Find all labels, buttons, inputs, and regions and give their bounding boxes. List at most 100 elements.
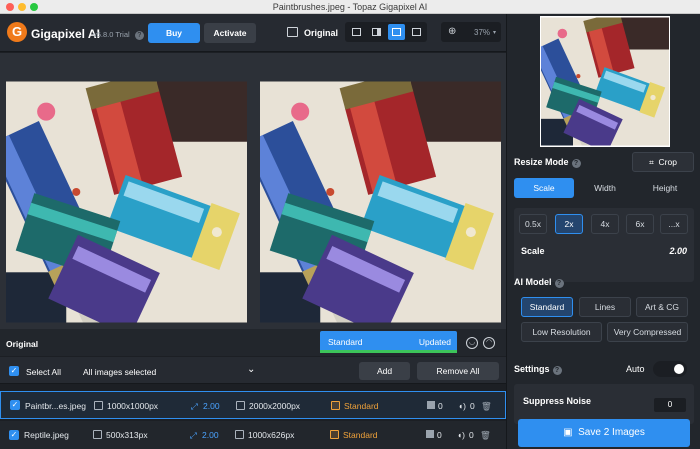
model-name: Standard [344, 401, 379, 411]
add-button[interactable]: Add [359, 362, 410, 380]
scale-option-6x[interactable]: 6x [626, 214, 654, 234]
version-label: v5.8.0 Trial [93, 30, 130, 39]
chevron-down-icon[interactable]: ⌄ [247, 364, 255, 375]
image-icon [287, 27, 298, 37]
processed-image [260, 81, 501, 323]
help-icon[interactable]: ? [554, 279, 564, 288]
scale-option-0-5x[interactable]: 0.5x [519, 214, 547, 234]
table-row[interactable]: ✓ Reptile.jpeg 500x313px ⤢ 2.00 1000x626… [0, 421, 506, 449]
view-grid-icon[interactable] [408, 24, 425, 40]
image-icon [93, 430, 102, 439]
comparison-bar: Original Standard Updated ◡ ◠ [0, 329, 506, 356]
select-all-checkbox[interactable]: ✓ [9, 366, 19, 376]
scale-icon: ⤢ [190, 430, 197, 440]
settings-panel: Resize Mode? ⌗ Crop Scale Width Height 0… [506, 14, 700, 449]
crop-button[interactable]: ⌗ Crop [632, 152, 694, 172]
save-icon: ▣ [563, 427, 573, 438]
maximize-window-button[interactable] [30, 3, 38, 11]
help-icon[interactable]: ? [571, 159, 581, 168]
scale-options-box: 0.5x 2x 4x 6x ...x Scale 2.00 [514, 208, 694, 282]
scale-label: Scale [521, 246, 545, 256]
window-title: Paintbrushes.jpeg - Topaz Gigapixel AI [272, 2, 428, 12]
buy-button[interactable]: Buy [148, 23, 200, 43]
scale-option-custom[interactable]: ...x [660, 214, 688, 234]
minimize-window-button[interactable] [18, 3, 26, 11]
zoom-control[interactable]: ⊕ 37% ▾ [441, 22, 501, 42]
scale-value: 2.00 [202, 430, 219, 440]
scale-value[interactable]: 2.00 [669, 246, 687, 256]
denoise-icon [427, 401, 435, 409]
settings-label: Settings [514, 364, 550, 374]
view-single-icon[interactable] [348, 24, 365, 40]
model-very-compressed[interactable]: Very Compressed [607, 322, 688, 342]
ai-model-label: AI Model [514, 277, 552, 287]
model-icon [331, 401, 340, 410]
view-side-icon[interactable] [388, 24, 405, 40]
file-name: Paintbr...es.jpeg [25, 401, 86, 411]
model-status-box[interactable]: Standard Updated [320, 331, 457, 353]
model-lines[interactable]: Lines [579, 297, 631, 317]
table-row[interactable]: ✓ Paintbr...es.jpeg 1000x1000px ⤢ 2.00 2… [0, 391, 506, 419]
scale-icon: ⤢ [191, 401, 198, 411]
output-size: 2000x2000px [249, 401, 301, 411]
sound-icon: ◖) [457, 430, 465, 440]
smile-icon[interactable]: ◡ [466, 337, 478, 349]
model-icon [330, 430, 339, 439]
tab-scale[interactable]: Scale [514, 178, 574, 198]
checkbox-icon[interactable]: ✓ [10, 400, 20, 410]
auto-toggle[interactable] [653, 361, 687, 377]
checkbox-icon[interactable]: ✓ [9, 430, 19, 440]
sound-icon: ◖) [458, 401, 466, 411]
denoise-icon [426, 430, 434, 438]
window-titlebar: Paintbrushes.jpeg - Topaz Gigapixel AI [0, 0, 700, 14]
original-toggle-label[interactable]: Original [304, 28, 338, 38]
select-all-label[interactable]: Select All [26, 367, 61, 377]
model-low-resolution[interactable]: Low Resolution [521, 322, 602, 342]
preview-area[interactable] [0, 53, 506, 329]
activate-button[interactable]: Activate [204, 23, 256, 43]
crop-icon: ⌗ [649, 157, 654, 167]
output-size: 1000x626px [248, 430, 295, 440]
tab-height[interactable]: Height [635, 178, 695, 198]
auto-label: Auto [626, 364, 645, 374]
original-label: Original [6, 339, 39, 349]
model-name: Standard [328, 337, 363, 347]
image-icon [94, 401, 103, 410]
tab-width[interactable]: Width [575, 178, 635, 198]
save-label: Save 2 Images [578, 427, 645, 438]
frown-icon[interactable]: ◠ [483, 337, 495, 349]
input-size: 500x313px [106, 430, 148, 440]
suppress-noise-label: Suppress Noise [523, 396, 592, 406]
view-split-icon[interactable] [368, 24, 385, 40]
scale-option-2x[interactable]: 2x [555, 214, 583, 234]
model-standard[interactable]: Standard [521, 297, 573, 317]
help-icon[interactable]: ? [134, 31, 144, 40]
help-icon[interactable]: ? [552, 366, 562, 375]
app-version: v5.8.0 Trial ? [93, 30, 144, 40]
resize-mode-label: Resize Mode [514, 157, 569, 167]
suppress-noise-section: Suppress Noise 0 [514, 384, 694, 424]
app-name: Gigapixel AI [31, 27, 100, 41]
remove-all-button[interactable]: Remove All [417, 362, 499, 380]
crop-label: Crop [658, 157, 677, 167]
model-art-cg[interactable]: Art & CG [636, 297, 688, 317]
suppress-noise-input[interactable]: 0 [654, 398, 686, 412]
chevron-down-icon: ▾ [493, 30, 497, 36]
scale-option-4x[interactable]: 4x [591, 214, 619, 234]
denoise-value: 0 [438, 401, 443, 411]
input-size: 1000x1000px [107, 401, 159, 411]
top-toolbar: G Gigapixel AI v5.8.0 Trial ? Buy Activa… [0, 14, 506, 52]
close-window-button[interactable] [6, 3, 14, 11]
selection-bar: ✓ Select All All images selected ⌄ Add R… [0, 357, 506, 384]
zoom-level: 37% [474, 28, 491, 37]
progress-bar [320, 350, 457, 353]
settings-title: Settings? [514, 364, 562, 375]
save-button[interactable]: ▣ Save 2 Images [518, 419, 690, 447]
navigator-thumbnail[interactable] [540, 16, 670, 147]
resize-mode-title: Resize Mode? [514, 157, 581, 168]
image-icon [235, 430, 244, 439]
trash-icon[interactable]: 🗑 [480, 430, 491, 441]
scale-value: 2.00 [203, 401, 220, 411]
zoom-icon: ⊕ [448, 26, 457, 37]
trash-icon[interactable]: 🗑 [481, 401, 492, 412]
